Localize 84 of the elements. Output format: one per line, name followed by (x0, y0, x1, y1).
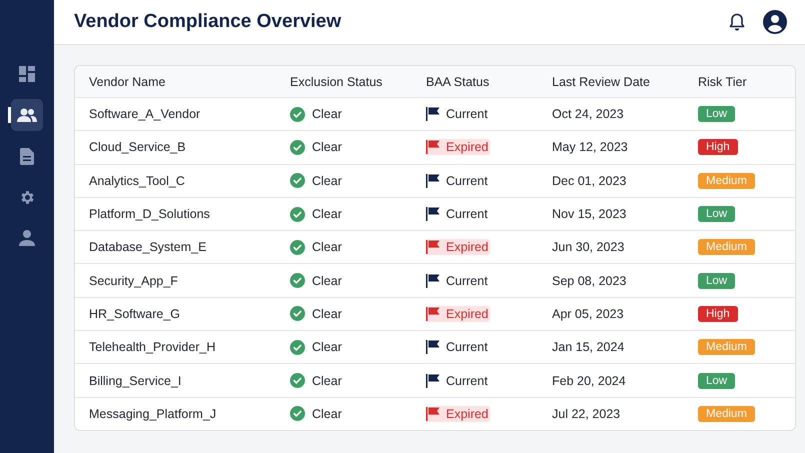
flag-icon (426, 107, 440, 122)
table-cell: Clear (312, 174, 342, 188)
table-cell: Clear (312, 140, 342, 154)
status-label: Current (426, 372, 490, 389)
risk-badge: Medium (698, 339, 755, 356)
user-avatar-icon[interactable] (763, 10, 787, 34)
status-label: Current (426, 272, 490, 289)
table-cell-text: Platform_D_Solutions (88, 207, 211, 222)
table-cell: Clear (312, 340, 342, 354)
flag-icon (426, 306, 440, 321)
column-header: Risk Tier (697, 74, 748, 88)
column-header: Vendor Name (88, 74, 166, 88)
flag-icon (426, 374, 440, 388)
flag-icon (426, 274, 440, 288)
table-cell-text: Jun 30, 2023 (551, 240, 626, 254)
table-cell-text: Feb 20, 2024 (551, 374, 627, 388)
notification-bell-icon[interactable] (729, 13, 745, 31)
check-circle-icon (290, 273, 305, 288)
check-circle-icon (290, 373, 305, 388)
settings-icon (18, 188, 36, 206)
column-header: BAA Status (425, 74, 490, 88)
table-cell-text: Jan 15, 2024 (551, 340, 626, 354)
table-cell-text: Security_App_F (88, 274, 179, 288)
table-cell: Clear (312, 240, 342, 254)
table-cell-text: Messaging_Platform_J (88, 406, 218, 421)
table-cell: Clear (312, 274, 342, 288)
table-cell: Clear (312, 406, 342, 421)
table-cell: Clear (312, 207, 342, 222)
table-cell-text: Apr 05, 2023 (551, 306, 625, 321)
table-cell-text: Cloud_Service_B (88, 140, 187, 154)
person-icon (19, 230, 35, 246)
table-cell-text: HR_Software_G (88, 306, 182, 321)
table-cell-text: Oct 24, 2023 (551, 107, 625, 122)
check-circle-icon (290, 406, 305, 422)
check-circle-icon (290, 240, 305, 255)
table-cell-text: Software_A_Vendor (88, 107, 202, 122)
check-circle-icon (290, 306, 305, 322)
table-cell-text: Database_System_E (88, 240, 208, 254)
expired-status-tag: Expired (426, 406, 490, 422)
risk-badge: Low (698, 206, 736, 222)
check-circle-icon (290, 106, 305, 122)
risk-badge: High (698, 306, 738, 322)
flag-icon (426, 240, 440, 254)
risk-badge: Medium (698, 239, 755, 256)
risk-badge: Medium (698, 172, 755, 189)
page-title: Vendor Compliance Overview (74, 11, 342, 33)
dashboard-icon (19, 66, 35, 82)
nav-item[interactable] (11, 99, 43, 131)
check-circle-icon (290, 206, 305, 222)
risk-badge: Low (698, 272, 736, 289)
flag-icon (426, 174, 440, 188)
flag-icon (426, 340, 440, 354)
column-header: Exclusion Status (289, 74, 384, 88)
table-cell-text: May 12, 2023 (551, 140, 629, 154)
expired-status-tag: Expired (426, 139, 490, 156)
status-label: Current (426, 339, 490, 356)
table-cell-text: Telehealth_Provider_H (88, 340, 216, 354)
risk-badge: High (698, 139, 738, 156)
table-cell-text: Nov 15, 2023 (551, 207, 628, 222)
table-cell-text: Jul 22, 2023 (551, 406, 622, 421)
table-cell-text: Billing_Service_I (88, 374, 182, 388)
table-cell-text: Analytics_Tool_C (88, 174, 186, 188)
status-label: Current (426, 106, 490, 122)
column-header: Last Review Date (551, 74, 651, 88)
risk-badge: Low (698, 372, 736, 389)
check-circle-icon (290, 140, 305, 155)
document-icon (20, 148, 34, 164)
people-icon (17, 108, 37, 122)
status-label: Current (426, 172, 490, 189)
flag-icon (426, 140, 440, 154)
risk-badge: Low (698, 106, 736, 122)
table-cell-text: Sep 08, 2023 (551, 274, 628, 288)
check-circle-icon (290, 340, 305, 355)
risk-badge: Medium (698, 406, 755, 422)
table-cell-text: Dec 01, 2023 (551, 174, 628, 188)
flag-icon (426, 207, 440, 222)
table-cell: Clear (312, 306, 342, 321)
table-cell: Clear (312, 374, 342, 388)
flag-icon (426, 406, 440, 421)
check-circle-icon (290, 173, 305, 188)
expired-status-tag: Expired (426, 239, 490, 256)
status-label: Current (426, 206, 490, 222)
expired-status-tag: Expired (426, 306, 490, 322)
table-cell: Clear (312, 107, 342, 122)
